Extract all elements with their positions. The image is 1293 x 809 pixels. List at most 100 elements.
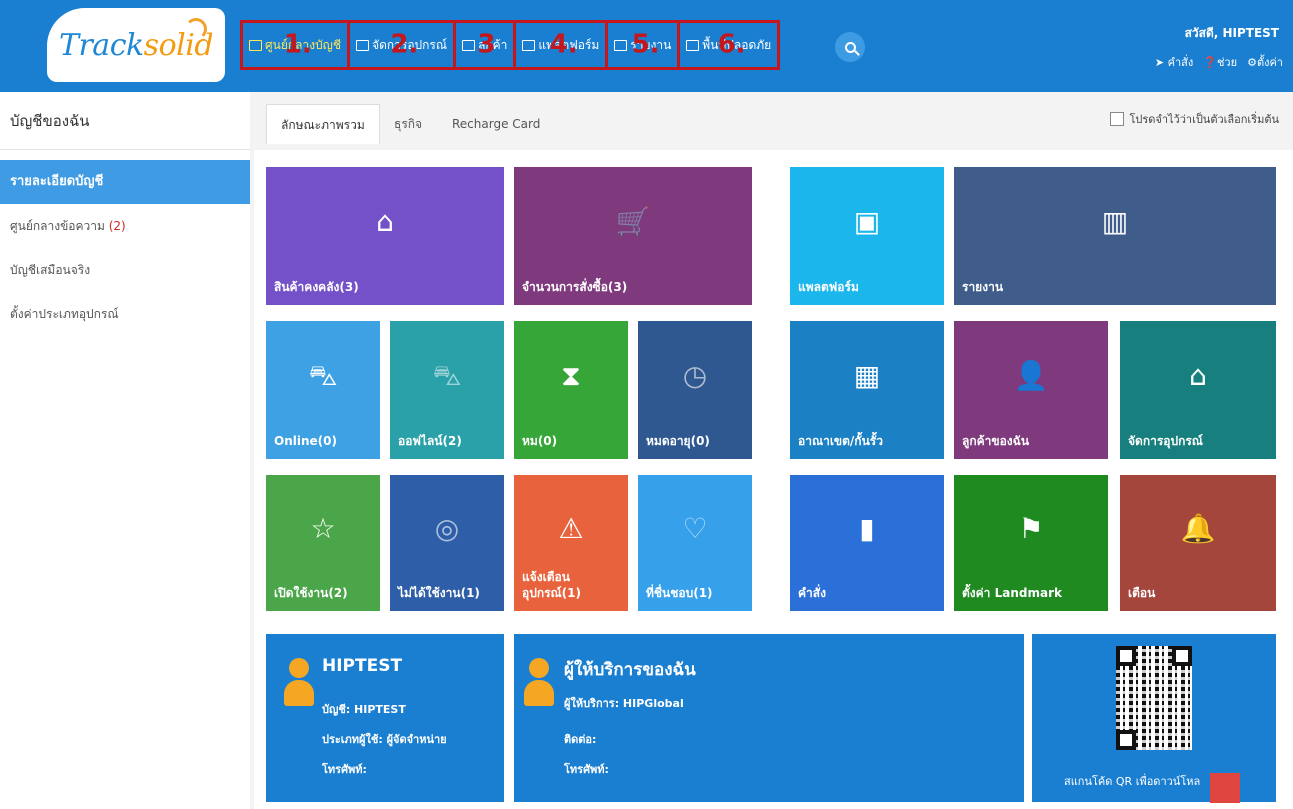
device-icon (356, 39, 370, 51)
tile-label: จัดการอุปกรณ์ (1128, 434, 1203, 448)
help-link[interactable]: ❓ช่วย (1203, 53, 1237, 71)
car-icon: ⛍ (432, 359, 462, 393)
provider-name: ผู้ให้บริการ: HIPGlobal (564, 697, 684, 710)
tile-device-management[interactable]: ⌂ จัดการอุปกรณ์ (1120, 321, 1276, 459)
tile-label: จำนวนการสั่งซื้อ(3) (522, 280, 628, 294)
sidebar-item-device-type-settings[interactable]: ตั้งค่าประเภทอุปกรณ์ (0, 292, 250, 336)
tab-overview[interactable]: ลักษณะภาพรวม (266, 104, 380, 144)
signal-arc-icon (185, 18, 207, 40)
nav-device-management[interactable]: จัดการอุปกรณ์ 2. (347, 20, 457, 70)
nav-label: ลูกค้า (478, 37, 508, 52)
nav-platform[interactable]: แพลตฟอร์ม 4. (513, 20, 609, 70)
tile-expired[interactable]: ⧗ หม(0) (514, 321, 628, 459)
avatar (524, 658, 554, 706)
remember-default-checkbox[interactable]: โปรดจำไว้ว่าเป็นตัวเลือกเริ่มต้น (1110, 110, 1279, 128)
account-center-icon (249, 39, 262, 51)
report-icon (614, 39, 628, 51)
user-type: ประเภทผู้ใช้: ผู้จัดจำหน่าย (322, 733, 447, 746)
tile-label: Online(0) (274, 434, 337, 448)
pointer-icon: ◎ (434, 512, 460, 546)
bar-chart-icon: ▥ (1101, 205, 1129, 239)
tile-inventory[interactable]: ⌂ สินค้าคงคลัง(3) (266, 167, 504, 305)
tab-business[interactable]: ธุรกิจ (380, 104, 436, 144)
dashboard-content: ⌂ สินค้าคงคลัง(3) 🛒 จำนวนการสั่งซื้อ(3) … (254, 150, 1293, 809)
tile-orders[interactable]: 🛒 จำนวนการสั่งซื้อ(3) (514, 167, 752, 305)
nav-label: ศูนย์กลางบัญชี (265, 37, 342, 52)
building-icon: ⌂ (376, 205, 394, 239)
sidebar-item-label: ตั้งค่าประเภทอุปกรณ์ (10, 307, 119, 321)
tile-online[interactable]: ⛍ Online(0) (266, 321, 380, 459)
settings-label: ตั้งค่า (1256, 56, 1283, 69)
tile-expiring[interactable]: ◷ หมดอายุ(0) (638, 321, 752, 459)
command-link[interactable]: ➤ คำสั่ง (1155, 53, 1193, 71)
tile-offline[interactable]: ⛍ ออฟไลน์(2) (390, 321, 504, 459)
tile-platform[interactable]: ▣ แพลตฟอร์ม (790, 167, 944, 305)
sidebar: บัญชีของฉัน รายละเอียดบัญชี ศูนย์กลางข้อ… (0, 92, 250, 809)
search-button[interactable] (835, 32, 865, 62)
tile-my-customers[interactable]: 👤 ลูกค้าของฉัน (954, 321, 1108, 459)
qr-caption: สแกนโค้ด QR เพื่อดาวน์โหล (1064, 775, 1201, 788)
nav-customers[interactable]: ลูกค้า 3 (453, 20, 517, 70)
tile-label: ที่ชื่นชอบ(1) (646, 586, 713, 600)
tile-label: เตือน (1128, 586, 1156, 600)
provider-info-panel: ผู้ให้บริการของฉัน ผู้ให้บริการ: HIPGlob… (514, 634, 1024, 802)
tile-report[interactable]: ▥ รายงาน (954, 167, 1276, 305)
sidebar-item-label: ศูนย์กลางข้อความ (10, 219, 105, 233)
geofence-icon (686, 39, 700, 51)
sidebar-item-virtual-account[interactable]: บัญชีเสมือนจริง (0, 248, 250, 292)
qr-code-icon[interactable] (1116, 646, 1192, 750)
back-to-top-button[interactable] (1210, 773, 1240, 803)
nav-report[interactable]: รายงาน 5. (605, 20, 681, 70)
user-gear-icon: 👤 (1013, 359, 1049, 393)
bell-gear-icon: 🔔 (1180, 512, 1216, 546)
tile-label-line1: แจ้งเตือน (522, 570, 570, 584)
nav-safe-area[interactable]: พื้นที่ปลอดภัย 6. (677, 20, 781, 70)
settings-link[interactable]: ⚙ตั้งค่า (1247, 53, 1283, 71)
tile-label: หม(0) (522, 434, 558, 448)
sidebar-item-label: บัญชีเสมือนจริง (10, 263, 91, 277)
nav-label: จัดการอุปกรณ์ (372, 37, 448, 52)
tile-label: ลูกค้าของฉัน (962, 434, 1030, 448)
nav-label: พื้นที่ปลอดภัย (702, 37, 772, 52)
tile-label: เปิดใช้งาน(2) (274, 586, 348, 600)
tile-label: อาณาเขต/กั้นรั้ว (798, 434, 883, 448)
greeting: สวัสดี, HIPTEST (1184, 26, 1279, 40)
sidebar-item-account-details[interactable]: รายละเอียดบัญชี (0, 160, 250, 204)
sidebar-item-message-center[interactable]: ศูนย์กลางข้อความ (2) (0, 204, 250, 248)
tile-landmark[interactable]: ⚑ ตั้งค่า Landmark (954, 475, 1108, 611)
tile-inactive[interactable]: ◎ ไม่ได้ใช้งาน(1) (390, 475, 504, 611)
fence-icon: ▦ (853, 359, 881, 393)
tile-activated[interactable]: ☆ เปิดใช้งาน(2) (266, 475, 380, 611)
gear-icon: ⚙ (1247, 56, 1257, 69)
provider-contact: ติดต่อ: (564, 733, 597, 746)
tile-device-alert[interactable]: ⚠ แจ้งเตือนอุปกรณ์(1) (514, 475, 628, 611)
cart-icon: 🛒 (615, 205, 651, 239)
app-root: Tracksolid ศูนย์กลางบัญชี 1. จัดการอุปกร… (0, 0, 1293, 809)
tile-alarm[interactable]: 🔔 เตือน (1120, 475, 1276, 611)
notebook-icon: ▮ (859, 512, 875, 546)
sidebar-list: รายละเอียดบัญชี ศูนย์กลางข้อความ (2) บัญ… (0, 160, 250, 336)
account-name: HIPTEST (322, 656, 403, 676)
flag-icon: ⚑ (1018, 512, 1044, 546)
top-header: Tracksolid ศูนย์กลางบัญชี 1. จัดการอุปกร… (0, 0, 1293, 92)
tile-command[interactable]: ▮ คำสั่ง (790, 475, 944, 611)
tile-label-line2: อุปกรณ์(1) (522, 586, 581, 600)
tile-label: หมดอายุ(0) (646, 434, 710, 448)
map-icon (522, 39, 536, 51)
tab-recharge-card[interactable]: Recharge Card (438, 104, 554, 144)
tile-label: ตั้งค่า Landmark (962, 586, 1062, 600)
tile-favorites[interactable]: ♡ ที่ชื่นชอบ(1) (638, 475, 752, 611)
tab-label: Recharge Card (452, 117, 541, 131)
logo[interactable]: Tracksolid (47, 8, 225, 82)
hourglass-icon: ⧗ (561, 359, 581, 393)
star-icon: ☆ (310, 512, 336, 546)
provider-phone: โทรศัพท์: (564, 763, 609, 776)
nav-account-center[interactable]: ศูนย์กลางบัญชี 1. (240, 20, 351, 70)
tile-geofence[interactable]: ▦ อาณาเขต/กั้นรั้ว (790, 321, 944, 459)
heart-icon: ♡ (682, 512, 708, 546)
nav-label: แพลตฟอร์ม (538, 37, 600, 52)
avatar (284, 658, 314, 706)
warning-icon: ⚠ (558, 512, 584, 546)
send-icon: ➤ (1154, 56, 1168, 69)
header-tools: ➤ คำสั่ง ❓ช่วย ⚙ตั้งค่า (1155, 53, 1283, 71)
